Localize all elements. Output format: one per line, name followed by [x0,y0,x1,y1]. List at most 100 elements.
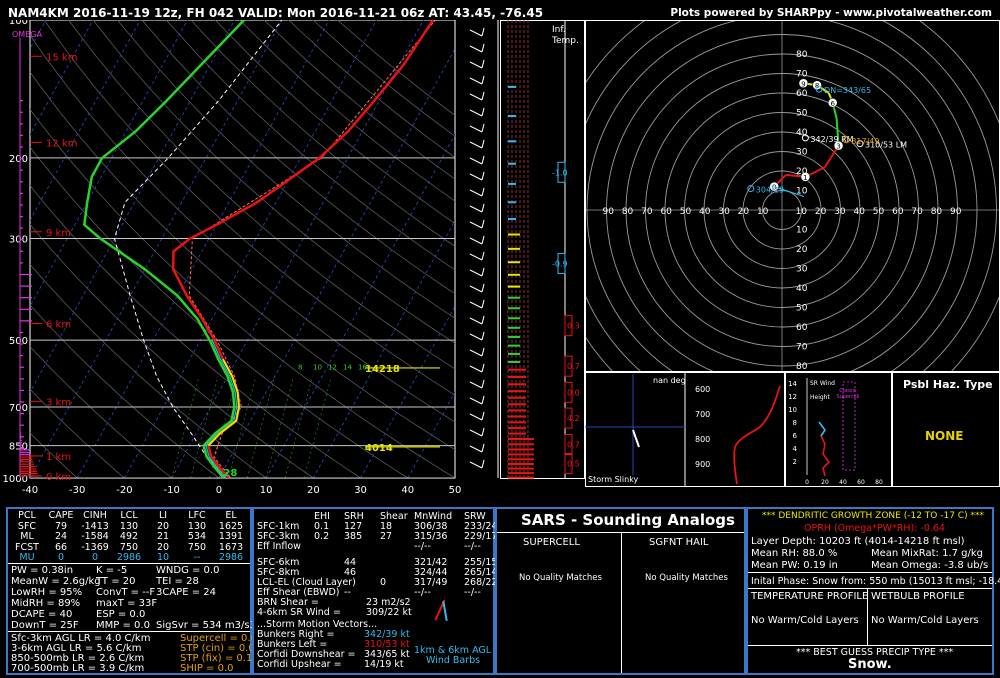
hodo-plot-area: 013689310/53 LM342/39 RM317/49DN=343/653… [586,21,999,371]
isotherm-line [124,20,377,478]
isotherm-line [360,305,455,478]
wind-barb-flag [481,347,485,357]
dgz-panel: *** DENDRITIC GROWTH ZONE (-12 TO -17 C)… [746,507,1000,675]
hazard-panel: Psbl Haz. Type NONE [892,372,1000,487]
height-label: 15 km [46,52,77,63]
wind-barb-shaft [469,173,483,181]
pressure-tick-label: 100 [9,20,28,27]
thermo-header-cell: LCL [120,510,138,521]
wind-barb-shaft [469,61,483,69]
wind-barb-shaft [469,157,483,165]
sr-wind-x-label: 20 [821,479,829,486]
wind-barb-shaft [469,253,483,261]
wind-barb-flag [481,43,485,53]
wind-barb-flag [481,267,485,277]
hodograph-chart: 013689310/53 LM342/39 RM317/49DN=343/653… [585,20,1000,372]
temp-tick-label: -10 [163,485,179,496]
hodo-km-label: 6 [830,100,835,108]
thermo-index: ConvT = --F [96,587,156,598]
mixing-ratio-label: 16 [358,364,367,372]
kinematic-cell: 27 [380,531,393,542]
hodo-x-label: 50 [873,207,885,217]
hodo-x-label: 60 [892,207,904,217]
hodo-ring-label-top: 70 [796,70,808,80]
temperature-profile-result: No Warm/Cold Layers [751,615,859,626]
mixing-ratio-line [303,376,332,478]
sr-wind-legend: Height [810,394,830,401]
sars-hail-label: SGFNT HAIL [649,537,709,548]
advection-value: 4.2 [567,414,580,423]
thermo-index: maxT = 33F [96,598,158,609]
isotherm-line [407,391,455,478]
thermo-index: DownT = 25F [11,620,79,631]
thermo-panel: PCL CAPE CINH LCL LI LFC EL SFC 79 -1413 130 20 130 1… [6,507,257,675]
storm-motion-label: 304/19 [756,186,784,195]
wind-barb-flag [481,443,485,453]
hodo-ring-label: 60 [796,323,808,333]
sr-wind-x-label: 80 [875,479,883,486]
sr-wind-height-label: 8 [793,419,797,427]
composite-index-text: SHIP = 0.0 [180,663,234,674]
hodo-x-label: 90 [603,207,615,217]
sr-wind-x-label: 60 [857,479,865,486]
advection-value: 0.0 [567,388,580,397]
inferred-temp-panel: Inf.Temp. -1.0 -0.9 0.3 0.7 0.0 4.2 0.7 0.5 [500,20,585,479]
hodo-x-label: 50 [680,207,692,217]
wind-barb-shaft [469,29,483,37]
kinematic-cell: --/-- [464,541,481,552]
wind-barb-flag [481,459,485,469]
hodo-x-label: 60 [660,207,672,217]
sr-wind-x-label: 40 [839,479,847,486]
precip-type-value: Snow. [848,657,892,672]
sr-wind-x-label: 0 [805,479,809,486]
hodo-x-label: 30 [718,207,730,217]
height-label: 6 km [46,320,71,331]
hodo-ring-label: 50 [796,304,808,314]
sr-wind-height-label: 2 [793,458,797,466]
dgz-height-label: 4014 [365,443,393,454]
wind-barb-flag [481,123,485,133]
mixing-ratio-label: 8 [298,364,302,372]
storm-motion-label: Corfidi Upshear = [257,659,342,670]
wetbulb-profile-label: WETBULB PROFILE [871,591,965,602]
sr-wind-height-label: 4 [793,445,798,453]
thermo-index: SigSvr = 534 m3/s3 [156,620,256,631]
storm-motion-label: 317/49 [851,137,879,146]
thermo-cell: ML [20,531,34,542]
skew-t-chart: 1002003005007008501000-40 -30 -20 -10 0 10 20 3… [3,20,499,496]
wind-barb-shaft [469,189,483,197]
wind-barb-shaft [469,269,483,277]
thermo-header-cell: PCL [18,510,36,521]
credit-text: Plots powered by SHARPpy - www.pivotalwe… [670,7,992,19]
wind-barb-shaft [469,333,483,341]
dry-adiabat-line [312,20,455,137]
wind-barb-flag [481,395,485,405]
wind-barb-shaft [469,109,483,117]
thermo-index: ESP = 0.0 [96,609,146,620]
thermo-header-cell: CINH [83,510,107,521]
wind-barb-flag [481,411,485,421]
temp-tick-label: -20 [116,485,132,496]
wind-barb-shaft [469,221,483,229]
temp-tick-label: -30 [69,485,85,496]
height-label: 1 km [46,452,71,463]
hodo-x-label: 70 [911,207,923,217]
thermo-cell: 2986 [116,552,142,563]
wetbulb-profile-result: No Warm/Cold Layers [871,615,979,626]
kinematic-panel: EHI SRH Shear MnWind SRW SFC-1km 0.1 127 18 306/3… [252,507,497,675]
storm-slinky-trace [632,429,640,448]
thermo-row: ML 24 -1584 492 21 534 1391 [10,531,248,543]
wind-barb-flag [481,91,485,101]
dry-adiabat-line [141,20,455,295]
wind-barb-shaft [469,93,483,101]
hodo-km-label: 9 [801,80,805,88]
thermo-header-cell: LFC [188,510,206,521]
thermo-index: MMP = 0.0 [96,620,150,631]
wind-barb-flag [481,59,485,69]
hodo-ring-label-top: 20 [796,167,808,177]
wind-barb-flag [481,315,485,325]
sr-wind-height-label: 10 [788,406,797,414]
theta-e-pressure-label: 700 [695,410,710,419]
hazard-value: NONE [925,429,964,443]
thermo-index: 3CAPE = 24 [156,587,216,598]
